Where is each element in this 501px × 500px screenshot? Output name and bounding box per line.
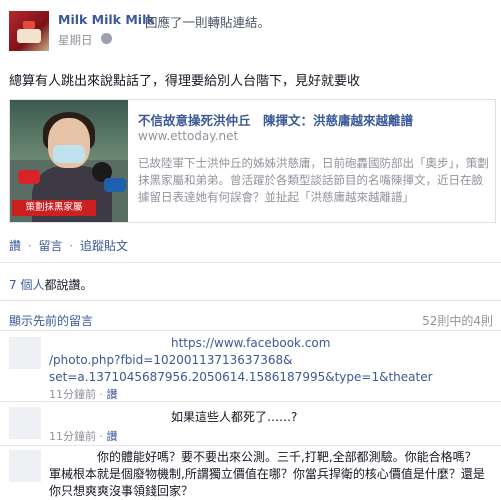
- commenter-avatar[interactable]: [9, 407, 41, 439]
- divider: [0, 401, 501, 402]
- link-domain: www.ettoday.net: [138, 129, 239, 143]
- comment-link-line[interactable]: /photo.php?fbid=10200113713637368&: [49, 352, 433, 369]
- divider: [0, 262, 501, 263]
- comment-text: 你的體能好嗎？要不要出來公測。三千,打靶,全部都測驗。你能合格嗎？ 軍械根本就是…: [49, 449, 497, 500]
- comment-like-button[interactable]: 讚: [107, 388, 118, 401]
- link-preview-card[interactable]: 策劃抹黑家屬 不信故意操死洪仲丘 陳揮文：洪慈庸越來越離譜 www.ettoda…: [9, 99, 496, 223]
- post-timestamp[interactable]: 星期日: [58, 32, 93, 48]
- separator: ·: [69, 239, 74, 253]
- comment-time[interactable]: 11分鐘前: [49, 388, 96, 401]
- link-description: 已故陸軍下士洪仲丘的姊姊洪慈庸，日前砲轟國防部出「奧步」，策劃抹黑家屬和弟弟。曾…: [138, 156, 489, 204]
- post-action-text: 回應了一則轉貼連結。: [145, 15, 271, 30]
- divider: [0, 445, 501, 446]
- likes-summary: 7 個人都說讚。: [9, 276, 92, 293]
- comment-meta: 11分鐘前 · 讚: [49, 430, 118, 443]
- likes-suffix: 都說讚。: [44, 278, 93, 292]
- comment-line: 你的體能好嗎？要不要出來公測。三千,打靶,全部都測驗。你能合格嗎？: [97, 450, 477, 464]
- view-previous-comments[interactable]: 顯示先前的留言: [9, 312, 93, 329]
- comment-link-line[interactable]: set=a.1371045687956.2050614.1586187995&t…: [49, 369, 433, 386]
- divider: [0, 300, 501, 301]
- commenter-avatar[interactable]: [9, 337, 41, 369]
- comment-count: 52則中的4則: [422, 314, 493, 328]
- author-name[interactable]: Milk Milk Milk: [58, 12, 155, 27]
- comment-button[interactable]: 留言: [39, 239, 63, 253]
- comment-line: 你只想爽爽沒事領錢回家？: [49, 484, 194, 498]
- post-body: 總算有人跳出來說點話了，得理要給別人台階下，見好就要收: [9, 74, 361, 89]
- follow-post-button[interactable]: 追蹤貼文: [80, 239, 128, 253]
- comment-line: 軍械根本就是個廢物機制,所謂獨立價值在哪？你當兵捍衛的核心價值是什麼？還是: [49, 467, 485, 481]
- likers-link[interactable]: 7 個人: [9, 278, 44, 292]
- comment-meta: 11分鐘前 · 讚: [49, 388, 118, 401]
- commenter-avatar[interactable]: [9, 450, 41, 482]
- author-avatar[interactable]: [9, 11, 49, 51]
- post-actions: 讚 · 留言 · 追蹤貼文: [9, 237, 128, 254]
- thumbnail-caption: 策劃抹黑家屬: [12, 200, 96, 216]
- divider: [0, 330, 501, 331]
- comment-like-button[interactable]: 讚: [107, 430, 118, 443]
- comment-text: 如果這些人都死了……?: [49, 409, 297, 426]
- comment-time[interactable]: 11分鐘前: [49, 430, 96, 443]
- comment-line: 如果這些人都死了……?: [171, 410, 298, 424]
- link-thumbnail[interactable]: 策劃抹黑家屬: [10, 100, 128, 222]
- globe-icon[interactable]: [101, 33, 112, 44]
- comment-link-line[interactable]: https://www.facebook.com: [49, 335, 433, 352]
- separator: ·: [27, 239, 32, 253]
- comment-text: https://www.facebook.com /photo.php?fbid…: [49, 335, 433, 386]
- link-title[interactable]: 不信故意操死洪仲丘 陳揮文：洪慈庸越來越離譜: [138, 110, 413, 129]
- like-button[interactable]: 讚: [9, 239, 21, 253]
